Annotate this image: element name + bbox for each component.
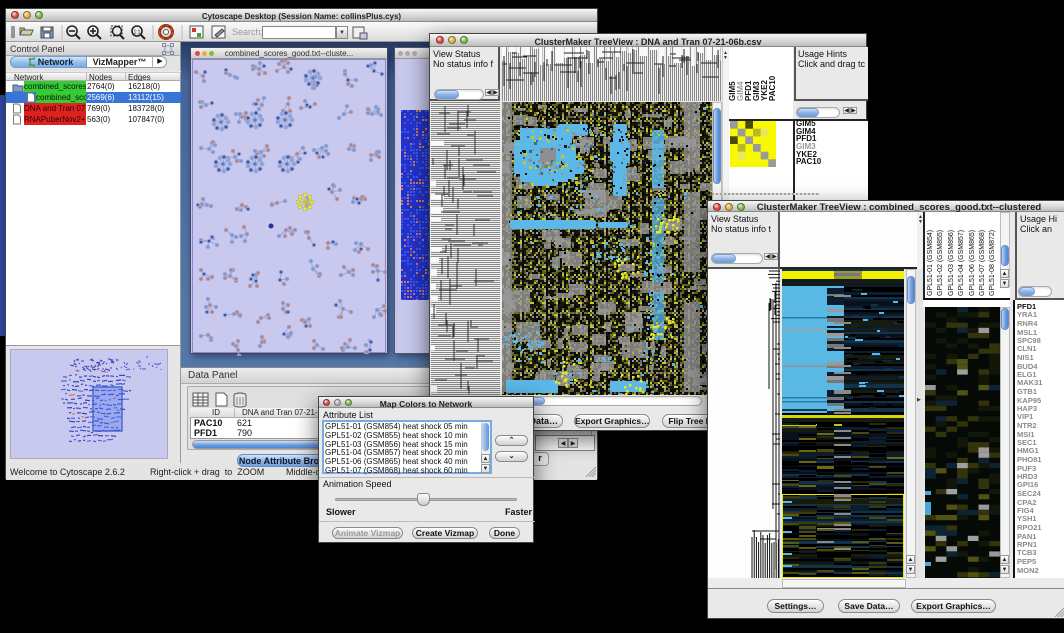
svg-text:1:1: 1:1 (134, 30, 141, 36)
svg-text:Search:: Search: (232, 27, 263, 37)
